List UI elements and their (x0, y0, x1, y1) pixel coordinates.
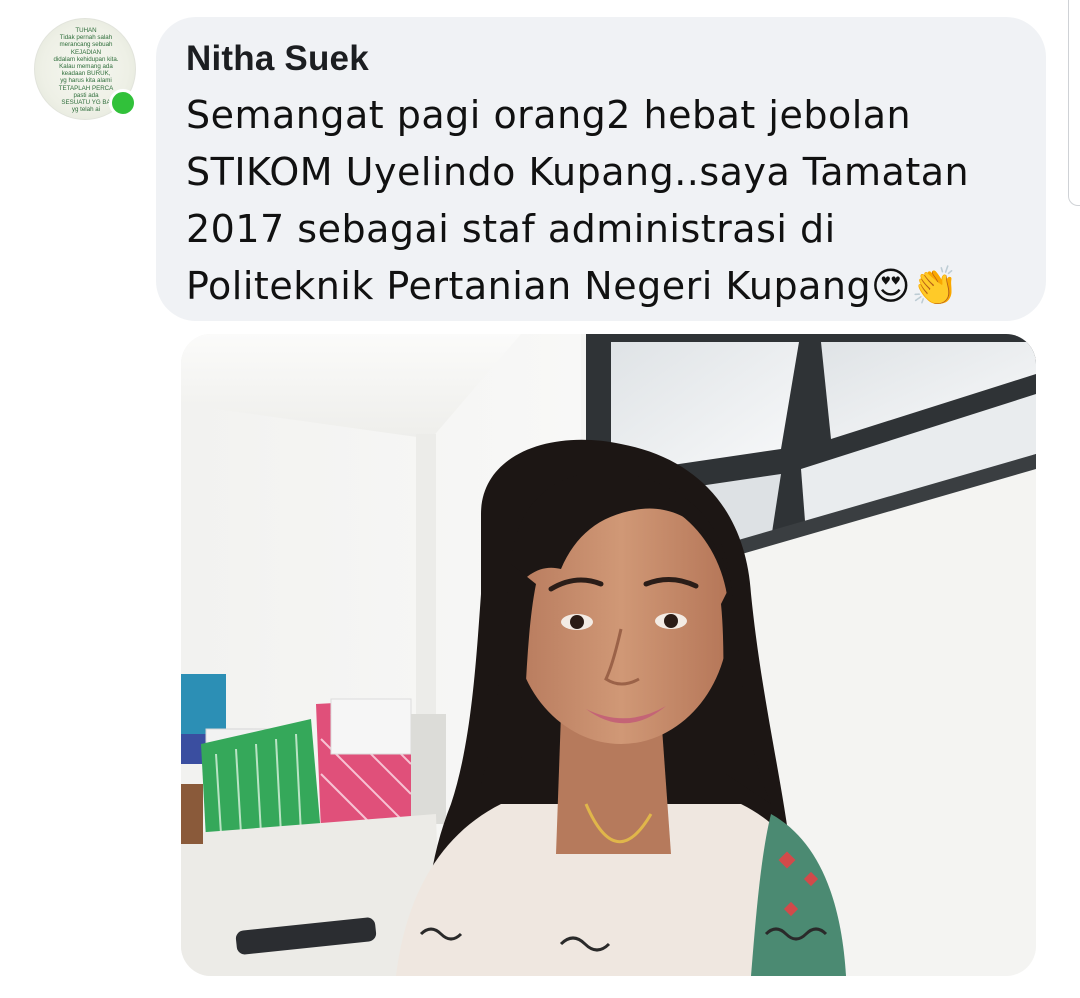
scrollbar[interactable] (1068, 0, 1080, 206)
comment-bubble[interactable]: Nitha Suek Semangat pagi orang2 hebat je… (156, 17, 1046, 321)
photo-illustration (181, 334, 1036, 976)
comment-author[interactable]: Nitha Suek (186, 39, 1016, 79)
comment-text: Semangat pagi orang2 hebat jebolan STIKO… (186, 93, 970, 308)
online-status-icon (109, 89, 137, 117)
comment-photo[interactable] (181, 334, 1036, 976)
comment-thread: TUHAN Tidak pernah salah merancang sebua… (0, 0, 1080, 998)
